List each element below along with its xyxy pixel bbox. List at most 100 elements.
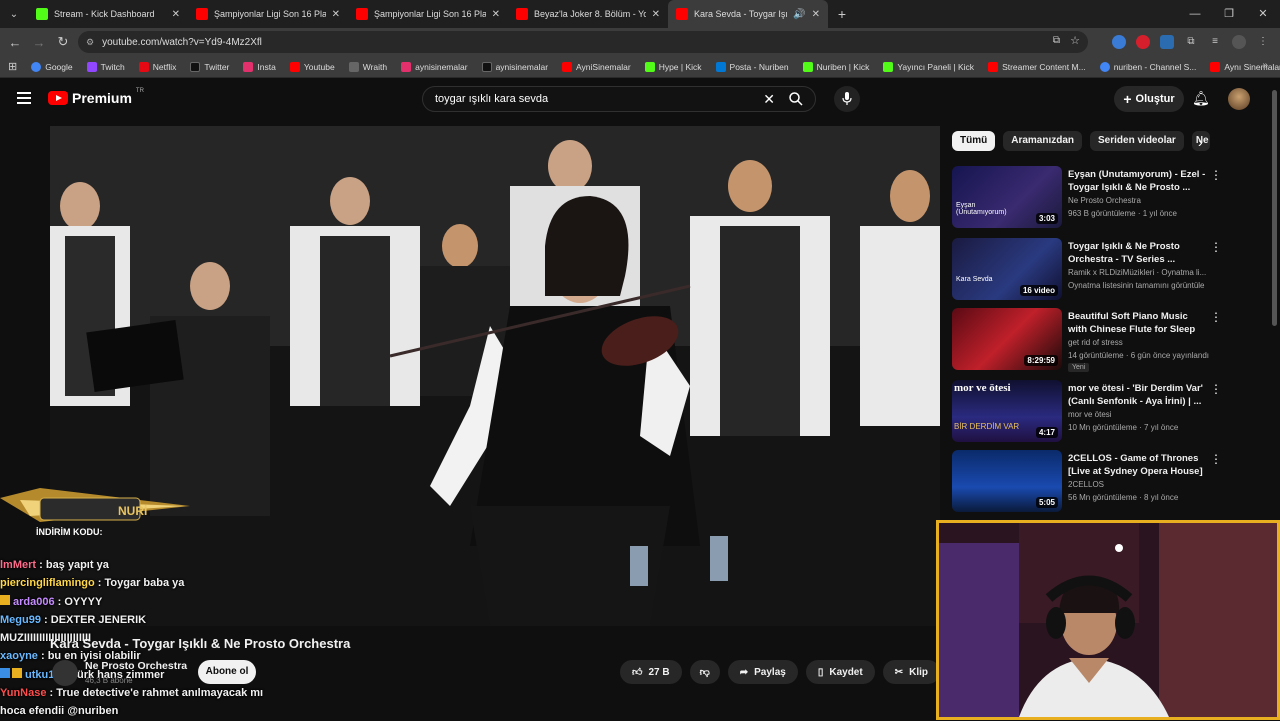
notifications-bell-icon[interactable]: 🔔︎ [1192,90,1210,107]
recommendation-item[interactable]: 8:29:59 Beautiful Soft Piano Music with … [952,308,1270,372]
chevron-right-icon[interactable]: » [1262,60,1268,71]
bookmark-item[interactable]: aynisinemalar [481,61,548,72]
channel-avatar[interactable] [52,660,78,686]
video-thumbnail[interactable]: mor ve ötesi BİR DERDİM VAR 4:17 [952,380,1062,442]
recommendation-title[interactable]: mor ve ötesi - 'Bir Derdim Var' (Canlı S… [1068,382,1208,408]
menu-dots-icon[interactable]: ⋮ [1256,35,1270,49]
recommendation-title[interactable]: 2CELLOS - Game of Thrones [Live at Sydne… [1068,452,1208,478]
reload-icon[interactable]: ↻ [51,34,75,50]
bookmark-item[interactable]: Nuriben | Kick [802,61,869,72]
view-full-playlist-link[interactable]: Oynatma listesinin tamamını görüntüle [1068,281,1205,290]
browser-tab[interactable]: Şampiyonlar Ligi Son 16 Play-o ✕ [348,0,508,28]
chevron-right-icon[interactable]: › [1198,134,1203,150]
bookmark-item[interactable]: Youtube [289,61,335,72]
close-window-icon[interactable]: ✕ [1246,0,1280,28]
tab-search-button[interactable]: ⌄ [0,0,28,28]
bookmark-item[interactable]: Google [31,61,73,72]
logo-region: TR [135,88,144,94]
bookmark-item[interactable]: Netflix [138,61,176,72]
recommendation-item[interactable]: 5:05 2CELLOS - Game of Thrones [Live at … [952,450,1270,514]
like-button[interactable]: 👍︎ 27 B [620,660,682,684]
video-thumbnail[interactable]: Eyşan (Unutamıyorum) 3:03 [952,166,1062,228]
apps-grid-icon[interactable]: ⊞ [8,60,17,73]
forward-icon[interactable]: → [27,35,51,50]
speaker-icon[interactable]: 🔊 [793,9,805,20]
save-button[interactable]: ▯ Kaydet [805,660,875,684]
subscribe-button[interactable]: Abone ol [198,660,256,684]
bookmark-item[interactable]: Wraith [348,61,387,72]
browser-tab-active[interactable]: Kara Sevda - Toygar Işıklı & 🔊 ✕ [668,0,828,28]
playlist-thumbnail[interactable]: Kara Sevda 16 video [952,238,1062,300]
puzzle-icon[interactable]: ⧉ [1184,35,1198,49]
page-scrollbar[interactable] [1272,90,1277,326]
bookmark-item[interactable]: Posta - Nuriben [715,61,789,72]
close-tab-icon[interactable]: ✕ [812,9,820,20]
search-icon[interactable] [787,90,805,108]
more-vertical-icon[interactable]: ⋮ [1210,168,1222,182]
search-input[interactable]: toygar ışıklı kara sevda [435,93,548,105]
minimize-icon[interactable]: — [1178,0,1212,28]
browser-tab[interactable]: Şampiyonlar Ligi Son 16 Play-o ✕ [188,0,348,28]
recommendation-item[interactable]: mor ve ötesi BİR DERDİM VAR 4:17 mor ve … [952,380,1270,444]
address-bar[interactable]: ⚙ youtube.com/watch?v=Yd9-4Mz2Xfl ⧉ ☆ [78,31,1088,53]
browser-tab[interactable]: Stream - Kick Dashboard ✕ [28,0,188,28]
chip-all[interactable]: Tümü [952,131,996,151]
video-player[interactable] [50,126,940,626]
close-tab-icon[interactable]: ✕ [492,9,500,20]
recommendation-channel[interactable]: Ramik x RLDiziMüzikleri · Oynatma li... [1068,268,1206,277]
chip-from-search[interactable]: Aramanızdan [1003,131,1083,151]
shield-icon[interactable] [1160,35,1174,49]
more-vertical-icon[interactable]: ⋮ [1210,452,1222,466]
dislike-button[interactable]: 👎︎ [689,660,720,684]
bookmark-item[interactable]: nuriben - Channel S... [1099,61,1196,72]
extension-icon[interactable] [1112,35,1126,49]
recommendation-item[interactable]: Kara Sevda 16 video Toygar Işıklı & Ne P… [952,238,1270,302]
video-thumbnail[interactable]: 5:05 [952,450,1062,512]
chip-series-videos[interactable]: Seriden videolar [1090,131,1184,151]
microphone-icon[interactable] [834,86,860,112]
video-thumbnail[interactable]: 8:29:59 [952,308,1062,370]
channel-name[interactable]: Ne Prosto Orchestra [85,660,187,672]
recommendation-title[interactable]: Toygar Işıklı & Ne Prosto Orchestra - TV… [1068,240,1208,266]
reading-list-icon[interactable]: ≡ [1208,35,1222,49]
bookmark-item[interactable]: AyniSinemalar [562,61,631,72]
hamburger-menu-icon[interactable] [17,92,31,104]
more-vertical-icon[interactable]: ⋮ [1210,382,1222,396]
extension-icon[interactable] [1136,35,1150,49]
more-vertical-icon[interactable]: ⋮ [1210,240,1222,254]
user-avatar[interactable] [1228,88,1250,110]
recommendation-channel[interactable]: 2CELLOS [1068,480,1104,489]
profile-icon[interactable] [1232,35,1246,49]
bookmark-item[interactable]: Hype | Kick [644,61,702,72]
browser-tab[interactable]: Beyaz'la Joker 8. Bölüm - YouTu ✕ [508,0,668,28]
clear-search-icon[interactable]: ✕ [763,91,775,108]
recommendation-item[interactable]: Eyşan (Unutamıyorum) 3:03 Eyşan (Unutamı… [952,166,1270,230]
share-button[interactable]: ➦ Paylaş [727,660,798,684]
new-tab-button[interactable]: + [828,6,856,22]
bookmark-item[interactable]: Yayıncı Paneli | Kick [883,61,974,72]
more-vertical-icon[interactable]: ⋮ [1210,310,1222,324]
site-info-icon[interactable]: ⚙ [86,37,94,48]
recommendation-channel[interactable]: get rid of stress [1068,338,1123,347]
search-box[interactable]: toygar ışıklı kara sevda ✕ [422,86,816,112]
create-button[interactable]: + Oluştur [1114,86,1184,112]
bookmark-item[interactable]: aynisinemalar [401,61,468,72]
back-icon[interactable]: ← [3,35,27,50]
close-tab-icon[interactable]: ✕ [652,9,660,20]
bookmark-item[interactable]: Insta [243,61,276,72]
close-tab-icon[interactable]: ✕ [332,9,340,20]
recommendation-title[interactable]: Beautiful Soft Piano Music with Chinese … [1068,310,1208,336]
youtube-logo[interactable]: Premium TR [48,88,144,106]
recommendation-channel[interactable]: Ne Prosto Orchestra [1068,196,1141,205]
recommendation-channel[interactable]: mor ve ötesi [1068,410,1112,419]
cast-icon[interactable]: ⧉ [1053,35,1060,46]
recommendation-title[interactable]: Eyşan (Unutamıyorum) - Ezel - Toygar Işı… [1068,168,1208,194]
bookmark-item[interactable]: Twitter [190,61,229,72]
bookmark-star-icon[interactable]: ☆ [1070,34,1080,47]
bookmark-item[interactable]: Streamer Content M... [988,61,1086,72]
bookmark-item[interactable]: Twitch [86,61,125,72]
close-tab-icon[interactable]: ✕ [172,9,180,20]
bookmark-item[interactable]: Aynı Sinemalar - Ça... [1210,61,1280,72]
clip-button[interactable]: ✂ Klip [882,660,940,684]
restore-icon[interactable]: ❐ [1212,0,1246,28]
